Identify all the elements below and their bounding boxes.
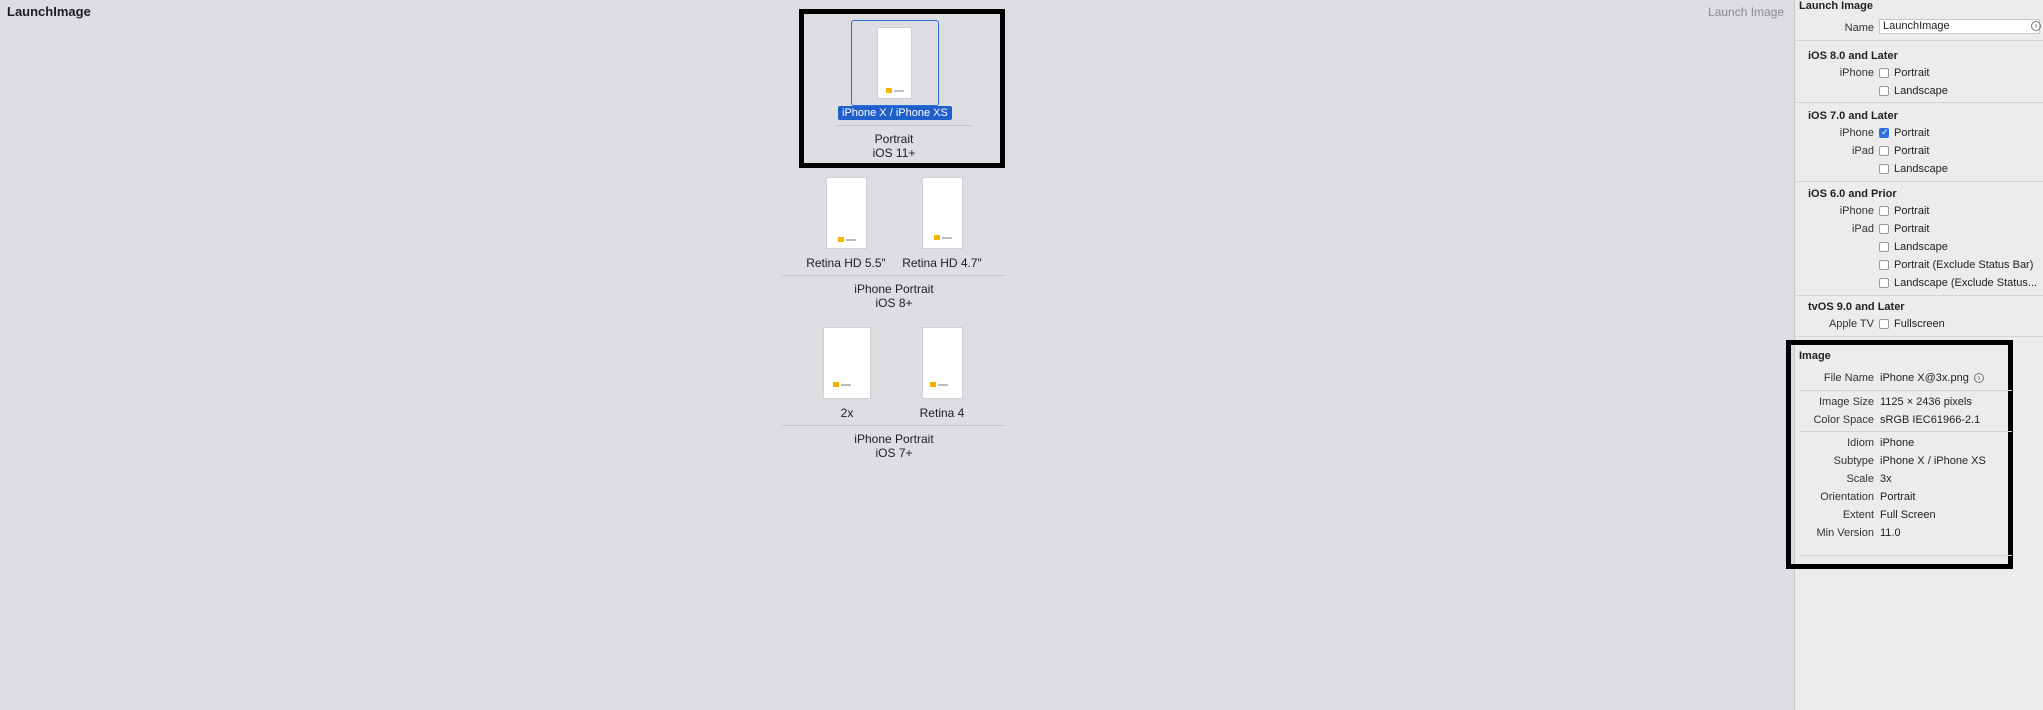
- scale-value: 3x: [1880, 473, 1892, 485]
- idiom-value: iPhone: [1880, 437, 1915, 449]
- ios6-iphone-label: iPhone: [1839, 205, 1874, 217]
- group-caption-line1: iPhone Portrait: [854, 282, 934, 296]
- divider: [1794, 40, 2043, 41]
- canvas-type-label: Launch Image: [1708, 5, 1785, 19]
- ios7-ipad-landscape-label: Landscape: [1894, 163, 1948, 175]
- tvos-fullscreen-label: Fullscreen: [1894, 318, 1945, 330]
- launch-slot-retina-4[interactable]: [922, 327, 963, 399]
- ios7-ipad-portrait-checkbox[interactable]: [1879, 146, 1889, 156]
- ios6-ipad-landscape-exclude-checkbox[interactable]: [1879, 278, 1889, 288]
- ios6-ipad-portrait-exclude-label: Portrait (Exclude Status Bar): [1894, 259, 2034, 271]
- tvos-header: tvOS 9.0 and Later: [1808, 301, 1905, 313]
- file-name-value: iPhone X@3x.png: [1880, 372, 1969, 384]
- launch-slot-retina-hd-47[interactable]: [922, 177, 963, 249]
- slot-label: Retina HD 4.7″: [902, 256, 982, 270]
- launch-slot-2x[interactable]: [823, 327, 871, 399]
- orientation-label: Orientation: [1820, 491, 1874, 503]
- group-caption-line2: iOS 11+: [872, 146, 916, 160]
- logo-icon: [934, 235, 952, 240]
- group-caption-line1: Portrait: [874, 132, 914, 146]
- ios8-iphone-label: iPhone: [1839, 67, 1874, 79]
- color-space-value: sRGB IEC61966-2.1: [1880, 414, 1981, 426]
- subtype-label: Subtype: [1833, 455, 1874, 467]
- tvos-fullscreen-checkbox[interactable]: [1879, 319, 1889, 329]
- ios6-iphone-portrait-label: Portrait: [1894, 205, 1930, 217]
- group-divider: [836, 125, 972, 126]
- image-size-label: Image Size: [1818, 396, 1874, 408]
- min-version-value: 11.0: [1880, 527, 1901, 539]
- group-divider: [782, 425, 1006, 426]
- group-caption-line2: iOS 8+: [875, 296, 913, 310]
- inspector-header-launch-image: Launch Image: [1799, 0, 1873, 12]
- group-caption: Portrait iOS 11+: [836, 132, 952, 160]
- image-size-value: 1125 × 2436 pixels: [1880, 396, 1972, 408]
- go-to-arrow-icon[interactable]: ›: [1974, 373, 1984, 383]
- logo-icon: [838, 237, 856, 242]
- extent-value: Full Screen: [1880, 509, 1936, 521]
- launch-slot-iphone-x[interactable]: [877, 27, 912, 99]
- divider: [1794, 336, 2043, 337]
- logo-icon: [833, 382, 851, 387]
- group-caption: iPhone Portrait iOS 7+: [794, 432, 994, 460]
- divider: [1800, 431, 2012, 432]
- ios7-iphone-portrait-label: Portrait: [1894, 127, 1930, 139]
- orientation-value: Portrait: [1880, 491, 1916, 503]
- logo-icon: [930, 382, 948, 387]
- ios7-ipad-portrait-label: Portrait: [1894, 145, 1930, 157]
- divider: [1794, 295, 2043, 296]
- ios7-header: iOS 7.0 and Later: [1808, 110, 1898, 122]
- ios7-ipad-label: iPad: [1851, 145, 1874, 157]
- ios7-ipad-landscape-checkbox[interactable]: [1879, 164, 1889, 174]
- ios8-header: iOS 8.0 and Later: [1808, 50, 1898, 62]
- ios7-iphone-portrait-checkbox[interactable]: [1879, 127, 1889, 138]
- slot-label-selected[interactable]: iPhone X / iPhone XS: [838, 106, 952, 120]
- color-space-label: Color Space: [1813, 414, 1874, 426]
- ios6-ipad-label: iPad: [1851, 223, 1874, 235]
- image-header: Image: [1799, 350, 1831, 362]
- slot-label: Retina 4: [919, 406, 965, 420]
- logo-icon: [886, 88, 904, 93]
- ios6-ipad-portrait-label: Portrait: [1894, 223, 1930, 235]
- ios8-iphone-landscape-label: Landscape: [1894, 85, 1948, 97]
- ios7-iphone-label: iPhone: [1839, 127, 1874, 139]
- divider: [1794, 102, 2043, 103]
- ios8-iphone-portrait-label: Portrait: [1894, 67, 1930, 79]
- ios6-header: iOS 6.0 and Prior: [1808, 188, 1897, 200]
- extent-label: Extent: [1842, 509, 1874, 521]
- ios6-ipad-portrait-exclude-checkbox[interactable]: [1879, 260, 1889, 270]
- ios6-ipad-landscape-label: Landscape: [1894, 241, 1948, 253]
- group-divider: [782, 275, 1006, 276]
- launch-slot-retina-hd-55[interactable]: [826, 177, 867, 249]
- min-version-label: Min Version: [1816, 527, 1874, 539]
- name-field[interactable]: LaunchImage: [1879, 19, 2040, 34]
- ios6-iphone-portrait-checkbox[interactable]: [1879, 206, 1889, 216]
- group-caption: iPhone Portrait iOS 8+: [794, 282, 994, 310]
- ios6-ipad-landscape-exclude-label: Landscape (Exclude Status...: [1894, 277, 2038, 289]
- name-label: Name: [1844, 22, 1874, 34]
- go-to-arrow-icon[interactable]: ›: [2031, 21, 2041, 31]
- group-caption-line2: iOS 7+: [875, 446, 913, 460]
- idiom-label: Idiom: [1847, 437, 1874, 449]
- divider: [1800, 390, 2012, 391]
- divider: [1800, 555, 2012, 556]
- slot-label: 2x: [840, 406, 854, 420]
- ios6-ipad-portrait-checkbox[interactable]: [1879, 224, 1889, 234]
- slot-label: Retina HD 5.5″: [806, 256, 886, 270]
- subtype-value: iPhone X / iPhone XS: [1880, 455, 1986, 467]
- tvos-appletv-label: Apple TV: [1828, 318, 1874, 330]
- scale-label: Scale: [1846, 473, 1874, 485]
- ios6-ipad-landscape-checkbox[interactable]: [1879, 242, 1889, 252]
- file-name-label: File Name: [1823, 372, 1874, 384]
- divider: [1794, 181, 2043, 182]
- group-caption-line1: iPhone Portrait: [854, 432, 934, 446]
- canvas-title: LaunchImage: [7, 4, 91, 19]
- ios8-iphone-portrait-checkbox[interactable]: [1879, 68, 1889, 78]
- ios8-iphone-landscape-checkbox[interactable]: [1879, 86, 1889, 96]
